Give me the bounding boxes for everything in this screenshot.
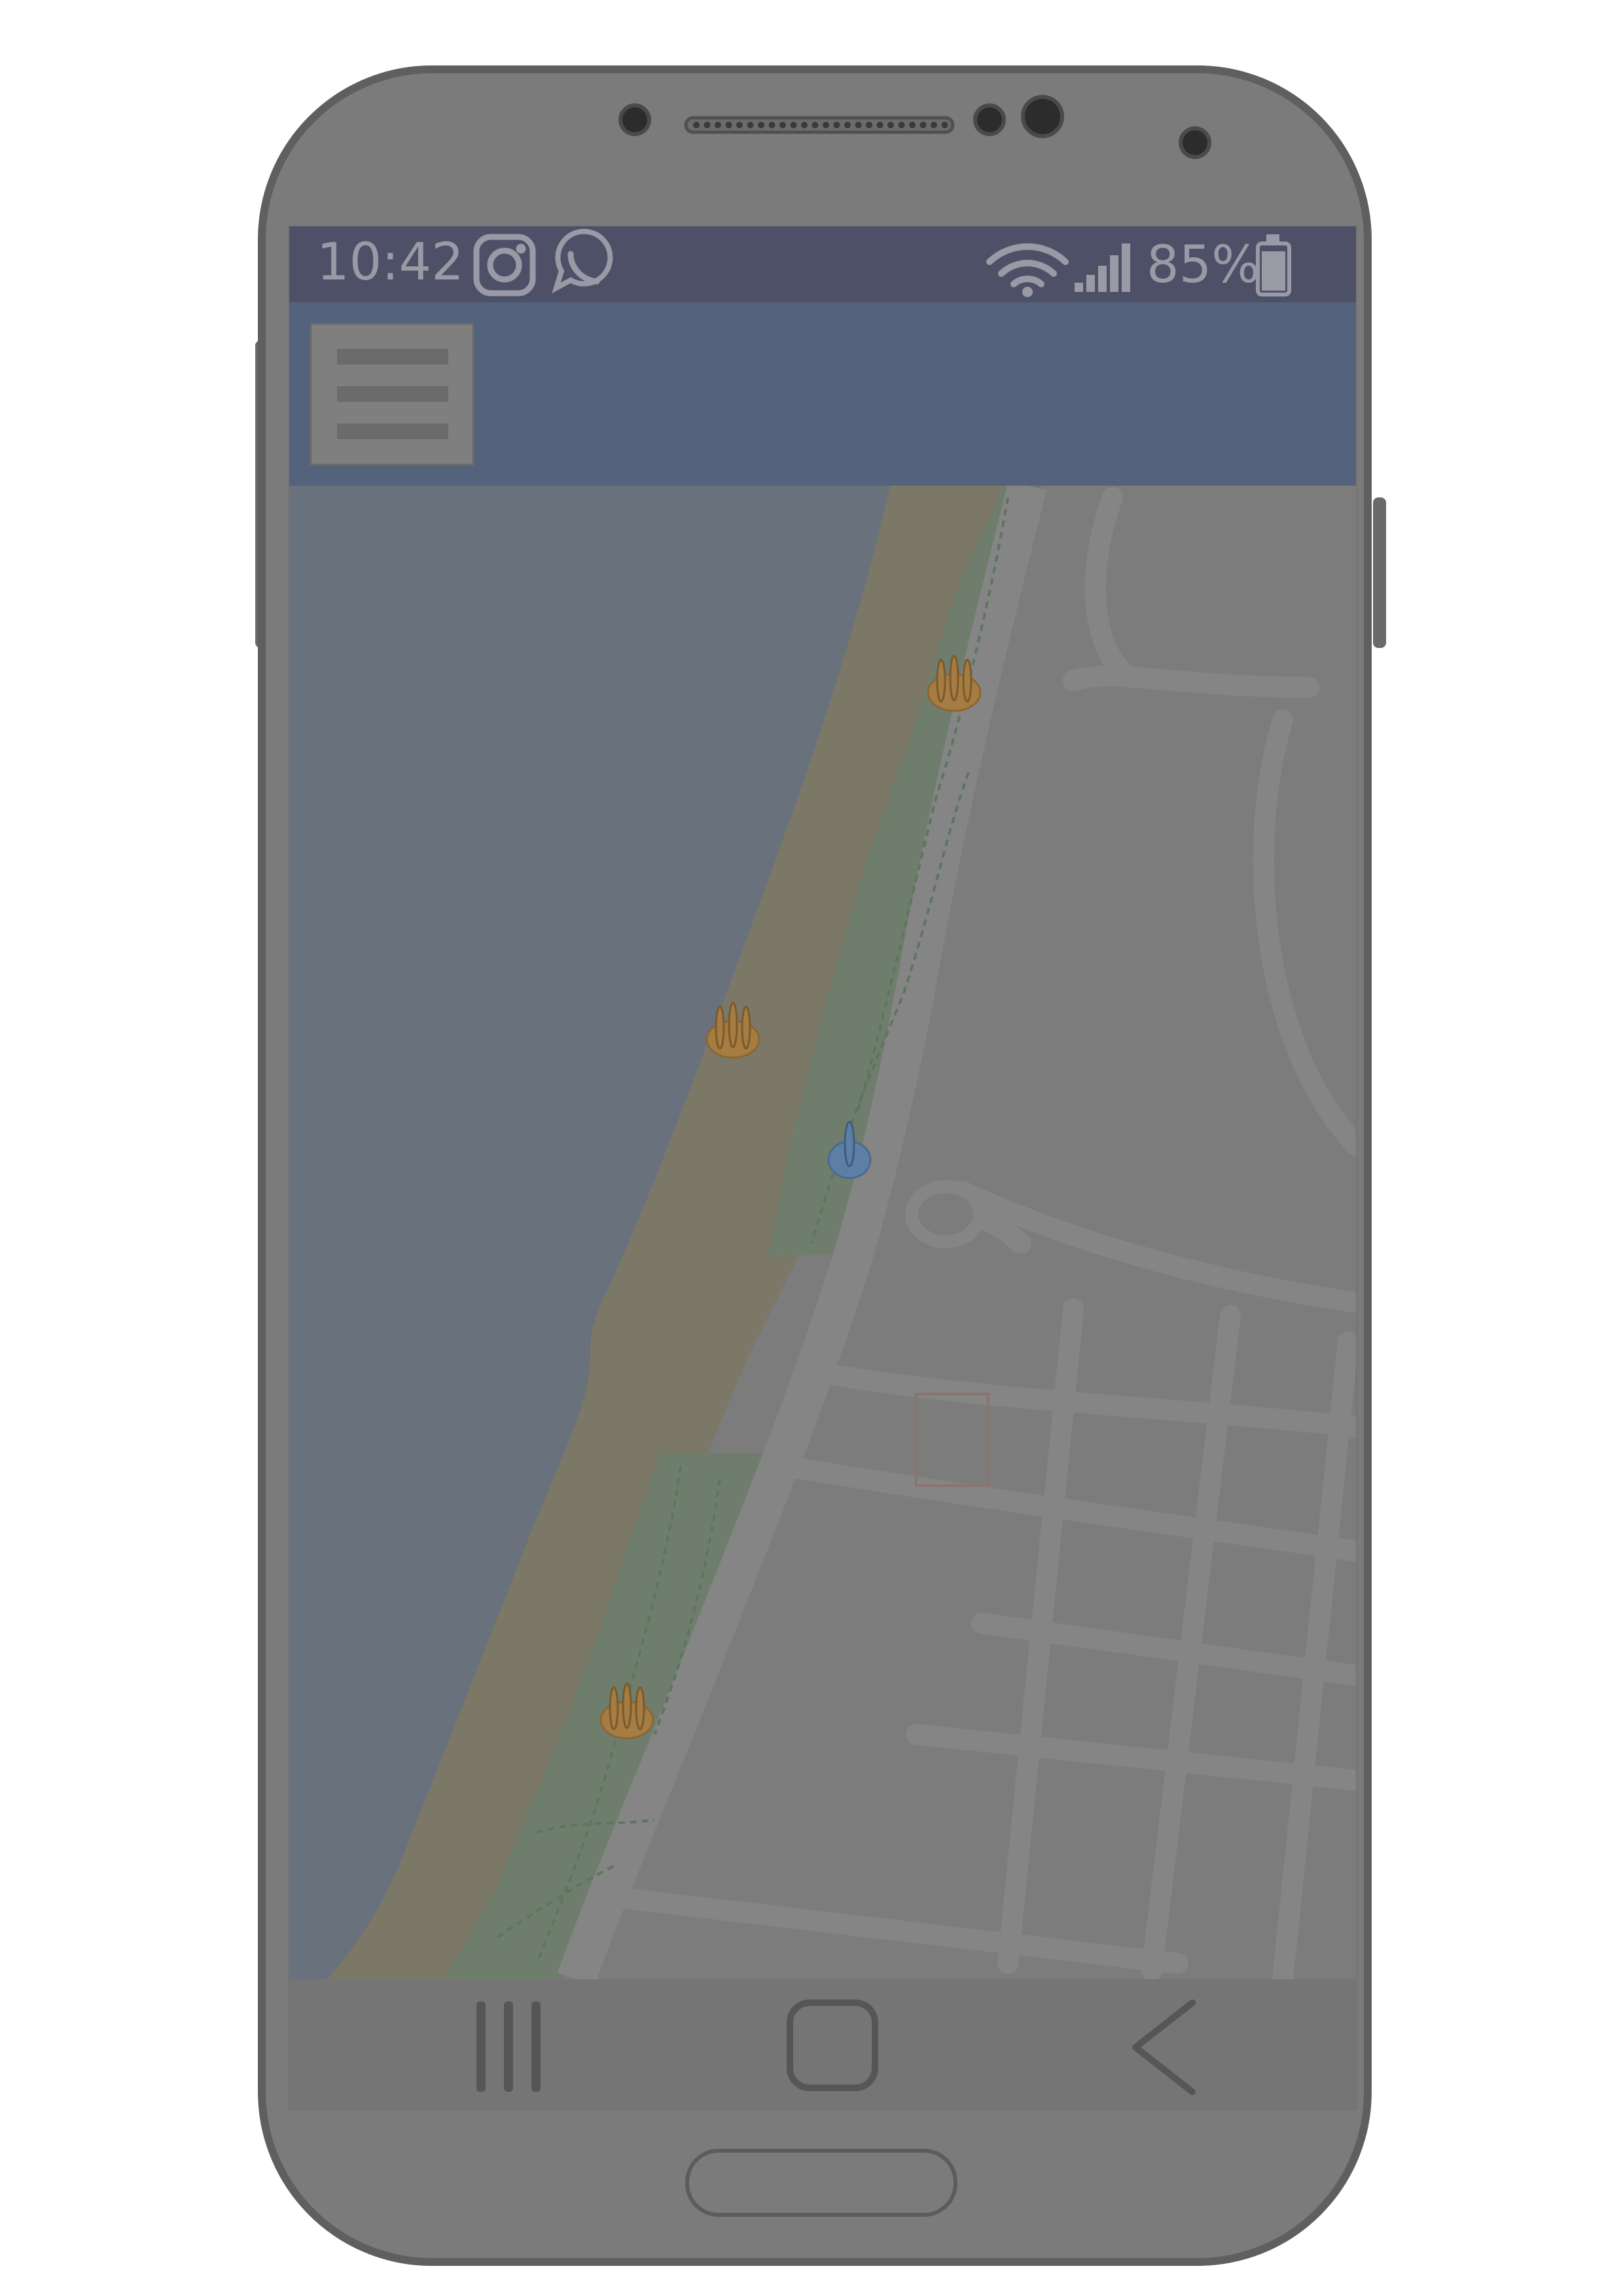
speaker-hole xyxy=(812,122,819,128)
front-camera-icon xyxy=(1021,95,1064,138)
speaker-hole xyxy=(833,122,840,128)
speaker-hole xyxy=(758,122,764,128)
speaker-hole xyxy=(725,122,732,128)
speaker-hole xyxy=(768,122,776,128)
proximity-sensor xyxy=(973,103,1006,136)
speaker-hole xyxy=(779,122,786,128)
speaker-hole xyxy=(909,122,916,128)
speaker-hole xyxy=(919,122,927,128)
speaker-hole xyxy=(855,122,862,128)
battery-icon xyxy=(1256,234,1291,296)
status-time: 10:42 xyxy=(317,233,464,292)
speaker-hole xyxy=(790,122,797,128)
hamburger-menu-icon xyxy=(337,349,448,439)
speaker-hole xyxy=(876,122,883,128)
speaker-hole xyxy=(801,122,808,128)
light-sensor xyxy=(1179,126,1211,159)
speaker-hole xyxy=(747,122,754,128)
map-roundabout xyxy=(905,1180,986,1248)
power-button xyxy=(1373,497,1386,648)
speaker-hole xyxy=(704,122,711,128)
map-view[interactable] xyxy=(289,486,1356,1979)
speaker-hole xyxy=(931,122,937,128)
speaker-hole xyxy=(693,122,700,128)
speaker-hole xyxy=(941,122,948,128)
speaker-hole xyxy=(866,122,872,128)
speaker-hole xyxy=(844,122,851,128)
speaker-hole xyxy=(898,122,905,128)
speaker-hole xyxy=(736,122,743,128)
battery-percentage: 85% xyxy=(1147,236,1260,295)
speaker-hole xyxy=(823,122,829,128)
sensor-dot xyxy=(618,103,651,136)
speaker-hole xyxy=(715,122,721,128)
hamburger-menu-button[interactable] xyxy=(310,323,474,466)
speaker-hole xyxy=(887,122,894,128)
